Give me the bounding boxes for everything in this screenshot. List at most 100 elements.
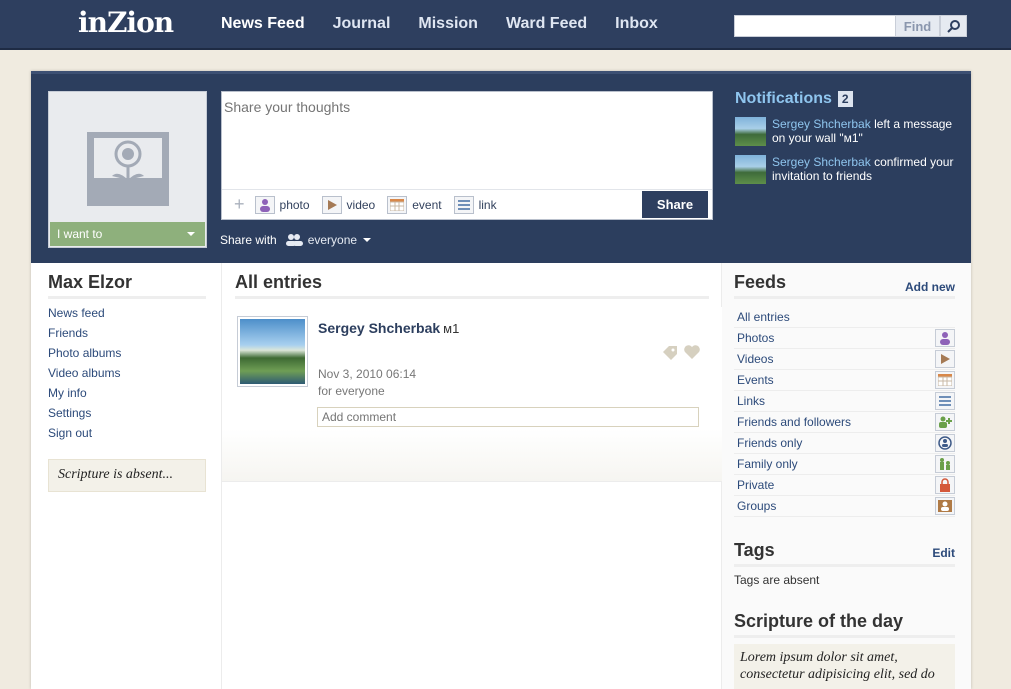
notification-count-badge: 2 xyxy=(837,91,853,107)
menu-news-feed[interactable]: News feed xyxy=(48,305,121,325)
entry-actions xyxy=(661,344,701,360)
nav-journal[interactable]: Journal xyxy=(333,15,391,33)
lines-icon xyxy=(935,392,955,410)
menu-my-info[interactable]: My info xyxy=(48,385,121,405)
entry-visibility: for everyone xyxy=(318,384,385,398)
notification-author-link[interactable]: Sergey Shcherbak xyxy=(772,155,871,169)
people-icon xyxy=(285,234,303,246)
add-comment-input[interactable] xyxy=(317,407,699,427)
scripture-of-the-day-text: Lorem ipsum dolor sit amet, consectetur … xyxy=(734,644,955,689)
feed-all-entries[interactable]: All entries xyxy=(734,307,955,328)
notification-thumbnail xyxy=(735,155,766,184)
calendar-icon xyxy=(387,195,408,214)
feed-entry: Sergey Shcherbak м1 Nov 3, 2010 06:14 for… xyxy=(222,307,722,482)
feed-friends-and-followers[interactable]: Friends and followers xyxy=(734,412,955,433)
notification-thumbnail xyxy=(735,117,766,146)
share-thoughts-input[interactable] xyxy=(222,92,712,189)
menu-friends[interactable]: Friends xyxy=(48,325,121,345)
feed-friends-only[interactable]: Friends only xyxy=(734,433,955,454)
entry-author-link[interactable]: Sergey Shcherbak xyxy=(318,320,440,336)
share-with-dropdown[interactable]: everyone xyxy=(285,233,372,247)
chevron-down-icon xyxy=(187,232,195,236)
notification-item[interactable]: Sergey Shcherbak left a message on your … xyxy=(735,117,960,146)
right-sidebar: Feeds Add new All entries Photos Videos … xyxy=(722,263,971,689)
lock-icon xyxy=(935,476,955,494)
nav-ward-feed[interactable]: Ward Feed xyxy=(506,15,587,33)
person-photo-icon xyxy=(935,329,955,347)
entry-date: Nov 3, 2010 06:14 xyxy=(318,367,417,381)
user-name: Max Elzor xyxy=(48,272,133,292)
feed-photos[interactable]: Photos xyxy=(734,328,955,349)
nav-inbox[interactable]: Inbox xyxy=(615,15,658,33)
chevron-down-icon xyxy=(363,238,372,242)
share-event-button[interactable]: event xyxy=(387,195,442,214)
nav-news-feed[interactable]: News Feed xyxy=(221,15,305,33)
tags-title: Tags xyxy=(734,540,775,560)
entry-text: м1 xyxy=(443,321,460,336)
search-icon[interactable] xyxy=(940,15,967,37)
avatar-placeholder-icon xyxy=(87,132,169,206)
feed-videos[interactable]: Videos xyxy=(734,349,955,370)
divider xyxy=(48,296,206,299)
play-icon xyxy=(321,195,342,214)
person-photo-icon xyxy=(254,195,275,214)
main-container: I want to + photo video xyxy=(31,71,971,689)
tags-empty-text: Tags are absent xyxy=(734,573,820,587)
notification-author-link[interactable]: Sergey Shcherbak xyxy=(772,117,871,131)
tag-icon[interactable] xyxy=(661,344,679,360)
search-bar: Find xyxy=(734,15,967,37)
share-with-label: Share with xyxy=(220,233,277,247)
entry-author-avatar[interactable] xyxy=(237,316,308,387)
share-link-button[interactable]: link xyxy=(453,195,497,214)
search-input[interactable] xyxy=(734,15,896,37)
menu-settings[interactable]: Settings xyxy=(48,405,121,425)
top-bar: inZion News Feed Journal Mission Ward Fe… xyxy=(0,0,1011,50)
scripture-box: Scripture is absent... xyxy=(48,459,206,492)
menu-photo-albums[interactable]: Photo albums xyxy=(48,345,121,365)
share-with-value: everyone xyxy=(307,233,358,247)
add-friend-icon xyxy=(935,413,955,431)
share-button[interactable]: Share xyxy=(642,191,708,218)
profile-menu: News feed Friends Photo albums Video alb… xyxy=(48,305,121,445)
share-video-button[interactable]: video xyxy=(321,195,375,214)
edit-tags-link[interactable]: Edit xyxy=(932,546,955,560)
profile-header: I want to + photo video xyxy=(31,71,971,263)
scripture-of-the-day-title: Scripture of the day xyxy=(734,611,904,631)
group-icon xyxy=(935,497,955,515)
family-icon xyxy=(935,455,955,473)
divider xyxy=(235,296,709,299)
heart-icon[interactable] xyxy=(683,344,701,360)
share-with: Share with everyone xyxy=(220,233,372,247)
logo[interactable]: inZion xyxy=(78,6,174,39)
share-photo-button[interactable]: photo xyxy=(254,195,310,214)
section-title: All entries xyxy=(235,272,323,292)
add-new-feed-link[interactable]: Add new xyxy=(905,280,955,294)
find-button[interactable]: Find xyxy=(896,15,940,37)
friend-circle-icon xyxy=(935,434,955,452)
lines-icon xyxy=(453,195,474,214)
avatar[interactable]: I want to xyxy=(48,91,207,248)
feed-family-only[interactable]: Family only xyxy=(734,454,955,475)
feed-links[interactable]: Links xyxy=(734,391,955,412)
calendar-icon xyxy=(935,371,955,389)
plus-icon[interactable]: + xyxy=(234,194,245,215)
divider xyxy=(734,564,955,567)
notifications-title[interactable]: Notifications 2 xyxy=(735,90,960,108)
divider xyxy=(734,635,955,638)
nav-mission[interactable]: Mission xyxy=(418,15,478,33)
menu-video-albums[interactable]: Video albums xyxy=(48,365,121,385)
main-nav: News Feed Journal Mission Ward Feed Inbo… xyxy=(221,15,686,33)
entries-column: All entries Sergey Shcherbak м1 Nov 3, 20… xyxy=(221,263,722,689)
i-want-label: I want to xyxy=(57,227,103,241)
left-sidebar: Max Elzor News feed Friends Photo albums… xyxy=(31,263,221,689)
feed-groups[interactable]: Groups xyxy=(734,496,955,517)
notification-item[interactable]: Sergey Shcherbak confirmed your invitati… xyxy=(735,155,960,184)
feed-private[interactable]: Private xyxy=(734,475,955,496)
share-box: + photo video event xyxy=(221,91,713,220)
menu-sign-out[interactable]: Sign out xyxy=(48,425,121,445)
i-want-dropdown[interactable]: I want to xyxy=(50,222,205,246)
play-icon xyxy=(935,350,955,368)
divider xyxy=(734,296,955,299)
feed-events[interactable]: Events xyxy=(734,370,955,391)
feeds-list: All entries Photos Videos Events Links F… xyxy=(734,307,955,517)
